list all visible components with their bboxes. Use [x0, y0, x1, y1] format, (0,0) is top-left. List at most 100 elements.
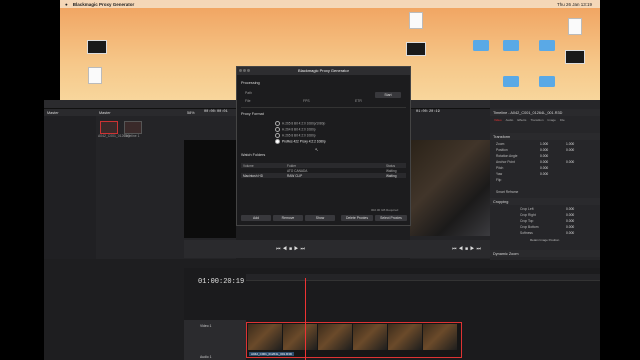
tab-image[interactable]: Image: [548, 118, 556, 122]
crop-right-field[interactable]: 0.000: [566, 213, 574, 217]
transform-rotation-label: Rotation Angle: [496, 154, 518, 158]
position-x-field[interactable]: 0.000: [540, 148, 548, 152]
pitch-field[interactable]: 0.000: [540, 166, 548, 170]
tab-audio[interactable]: Audio: [506, 118, 514, 122]
zoom-y-field[interactable]: 1.000: [566, 142, 574, 146]
timeline-ruler[interactable]: [246, 274, 600, 281]
processing-heading: Processing: [241, 81, 260, 85]
desktop-icon[interactable]: [536, 76, 558, 88]
inspector-timeline-name: Timeline - A042_C001_01264L_001.R3D: [490, 109, 600, 116]
desktop-icon[interactable]: [564, 50, 586, 65]
zoom-x-field[interactable]: 1.000: [540, 142, 548, 146]
format-option[interactable]: H.264 8 Bit 4:2:0 1080p: [275, 127, 316, 132]
folder-icon: [503, 76, 519, 87]
crop-left-field[interactable]: 0.000: [566, 207, 574, 211]
anchor-x-field[interactable]: 0.000: [540, 160, 548, 164]
divider: [241, 107, 406, 108]
transform-flip-label: Flip: [496, 178, 502, 182]
zoom-icon[interactable]: [247, 69, 250, 72]
radio-icon: [275, 121, 280, 126]
section-cropping[interactable]: Cropping: [490, 198, 600, 205]
desktop-icon[interactable]: [564, 18, 586, 36]
etr-label: ETR: [355, 99, 362, 103]
minimize-icon[interactable]: [243, 69, 246, 72]
path-label: Path: [245, 91, 252, 95]
remove-button[interactable]: Remove: [273, 215, 303, 221]
clip-frame: [423, 324, 457, 350]
show-button[interactable]: Show: [305, 215, 335, 221]
crop-bottom-field[interactable]: 0.000: [566, 225, 574, 229]
tab-video[interactable]: Video: [494, 118, 502, 122]
video-track-header: Video 1: [184, 320, 246, 354]
menubar: ● Blackmagic Proxy Generator Thu 26 Jan …: [60, 0, 600, 8]
playhead[interactable]: [305, 278, 306, 360]
retain-image-position-checkbox[interactable]: Retain Image Position: [530, 238, 559, 242]
tab-effects[interactable]: Effects: [517, 118, 526, 122]
delete-proxies-button[interactable]: Delete Proxies: [341, 215, 373, 221]
desktop-icon[interactable]: [500, 76, 522, 88]
proxy-format-heading: Proxy Format: [241, 112, 264, 116]
source-timecode: 00:00:00:01: [204, 110, 228, 114]
desktop-icon[interactable]: [500, 40, 522, 52]
required-space-note: 002.00 GB Required: [371, 208, 399, 212]
play-controls-icon[interactable]: ⏮◀■▶⏭: [276, 246, 307, 252]
media-clip[interactable]: [100, 121, 118, 134]
inspector-tabs: Video Audio Effects Transition Image Fil…: [494, 118, 565, 122]
dialog-title: Blackmagic Proxy Generator: [298, 68, 349, 73]
apple-icon[interactable]: ●: [65, 2, 68, 7]
mouse-pointer-icon: ↖: [315, 147, 319, 152]
clip-frame: [283, 324, 317, 350]
table-row[interactable]: Macintosh HD RAW CLIP Waiting: [241, 173, 406, 178]
desktop-icon[interactable]: [84, 67, 106, 85]
desktop-icon[interactable]: [86, 40, 108, 55]
timeline-thumbnail-label: Timeline 1: [124, 134, 140, 138]
desktop-icon[interactable]: [470, 40, 492, 52]
timeline-thumbnail[interactable]: [124, 121, 142, 134]
menubar-app-name[interactable]: Blackmagic Proxy Generator: [73, 2, 135, 7]
timeline-viewer[interactable]: [410, 140, 490, 236]
anchor-y-field[interactable]: 0.000: [566, 160, 574, 164]
transform-pitch-label: Pitch: [496, 166, 504, 170]
crop-right-label: Crop Right: [520, 213, 536, 217]
transport-controls: ⏮◀■▶⏭ ⏮◀■▶⏭: [184, 240, 490, 258]
start-button[interactable]: Start: [375, 92, 401, 98]
format-option[interactable]: H.265 8 Bit 4:2:0 1080p: [275, 133, 316, 138]
tab-file[interactable]: File: [560, 118, 565, 122]
section-smart-reframe[interactable]: Smart Reframe: [496, 190, 518, 194]
play-controls-right-icon[interactable]: ⏮◀■▶⏭: [452, 246, 483, 252]
format-option-label: H.265 8 Bit 4:2:0 1080p: [282, 133, 316, 138]
audio-track-label: Audio 1: [200, 355, 212, 359]
cell-status: Waiting: [386, 173, 397, 178]
desktop-icon[interactable]: [536, 40, 558, 52]
format-option[interactable]: H.265 8 Bit 4:2:0 1080p/1080p: [275, 121, 325, 126]
crop-top-field[interactable]: 0.000: [566, 219, 574, 223]
close-icon[interactable]: [239, 69, 242, 72]
tab-transition[interactable]: Transition: [530, 118, 543, 122]
proxy-generator-dialog: Blackmagic Proxy Generator Processing Pa…: [236, 66, 411, 226]
bin-item-master[interactable]: Master: [44, 109, 96, 116]
source-viewer[interactable]: [184, 140, 236, 238]
section-transform[interactable]: Transform: [490, 133, 600, 140]
media-pool-title[interactable]: Master: [96, 109, 184, 116]
clip-frame: [318, 324, 352, 350]
desktop-icon[interactable]: [405, 12, 427, 30]
add-button[interactable]: Add: [241, 215, 271, 221]
select-proxies-button[interactable]: Select Proxies: [375, 215, 407, 221]
softness-field[interactable]: 0.000: [566, 231, 574, 235]
crop-left-label: Crop Left: [520, 207, 534, 211]
position-y-field[interactable]: 0.000: [566, 148, 574, 152]
video-clip[interactable]: A042_C001_01264L_001.R3D: [246, 322, 462, 358]
document-icon: [409, 12, 423, 29]
section-dynamic-zoom[interactable]: Dynamic Zoom: [490, 250, 600, 257]
inspector: Timeline - A042_C001_01264L_001.R3D Vide…: [490, 100, 600, 260]
format-option-selected[interactable]: ProRes 422 Proxy 4:2:2 1080p: [275, 139, 326, 144]
window-controls: [239, 69, 250, 72]
file-label: File: [245, 99, 251, 103]
yaw-field[interactable]: 0.000: [540, 172, 548, 176]
desktop-icon[interactable]: [405, 42, 427, 57]
watch-folders-heading: Watch Folders: [241, 153, 266, 157]
transform-yaw-label: Yaw: [496, 172, 503, 176]
media-pool: Master A042_C001_01264Q Timeline 1: [96, 109, 184, 259]
format-option-label: H.265 8 Bit 4:2:0 1080p/1080p: [282, 121, 326, 126]
rotation-field[interactable]: 0.000: [540, 154, 548, 158]
